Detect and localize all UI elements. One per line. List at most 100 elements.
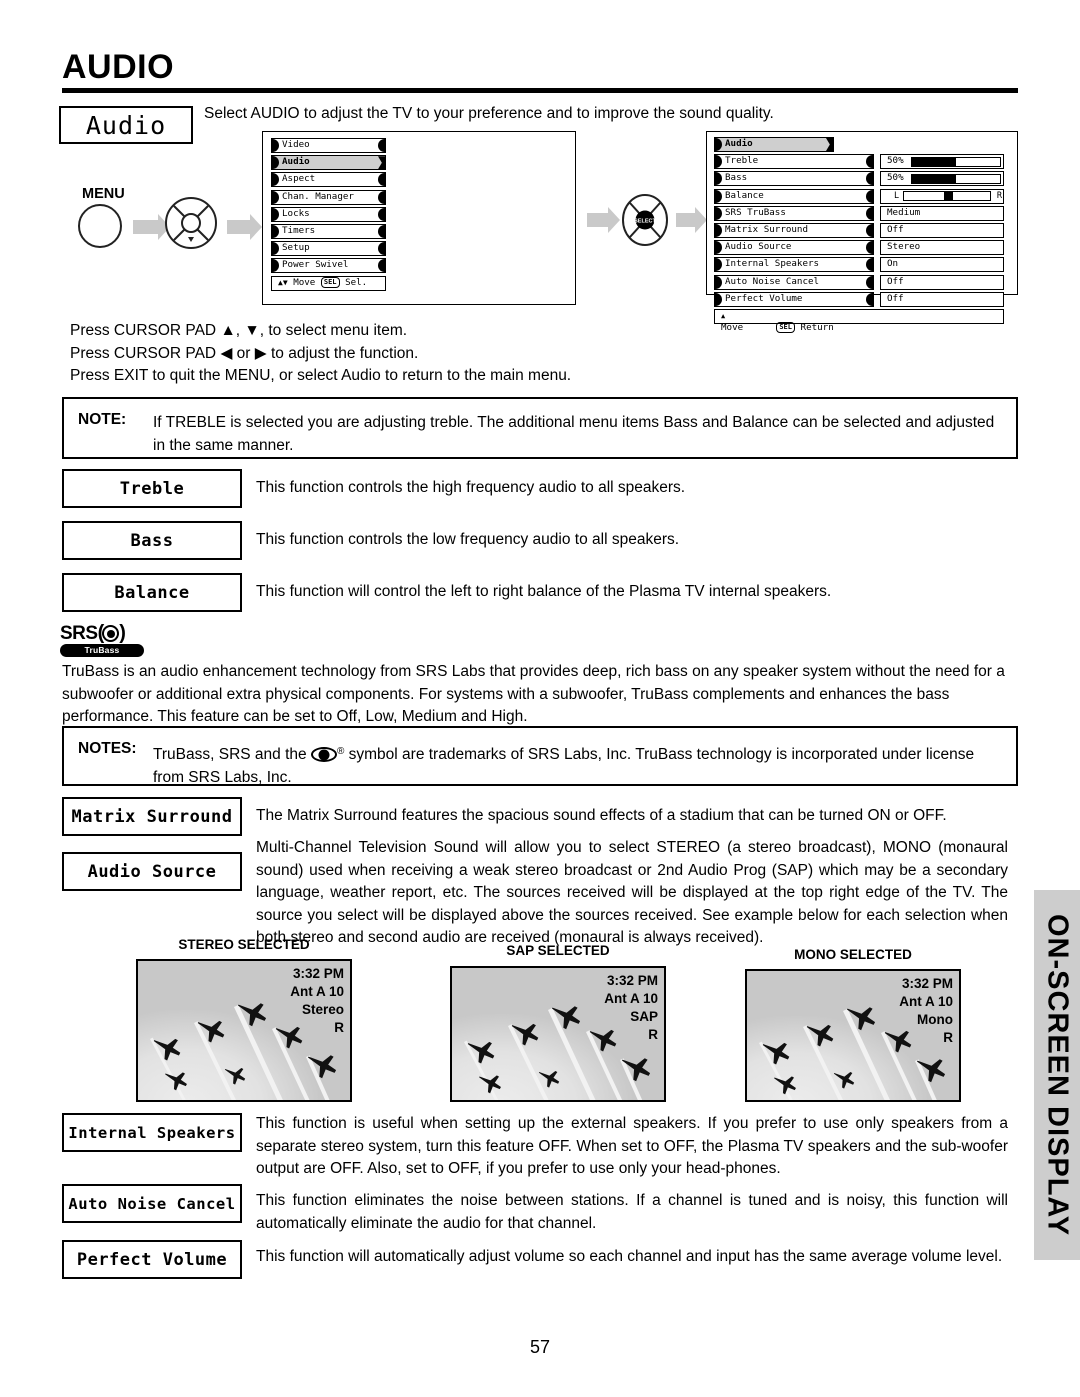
function-desc-balance: This function will control the left to r… [256,583,832,600]
example-title-mono: MONO SELECTED [794,947,912,962]
bullet-right-icon [866,206,873,220]
function-desc-matrix-surround: The Matrix Surround features the spaciou… [256,807,947,824]
notes-body: TruBass, SRS and the ® symbol are tradem… [153,740,1002,786]
chevron-right-icon [826,138,833,151]
jet-icon [843,1003,879,1036]
audio-row-perfect-volume[interactable]: Perfect Volume [714,291,874,307]
audio-row-auto-noise-cancel[interactable]: Auto Noise Cancel [714,274,874,290]
flow-arrow-1 [133,214,170,240]
menu-item-label: Aspect [282,173,316,185]
flow-arrow-2 [227,214,262,240]
jet-icon [150,1035,184,1066]
instruction-line-3: Press EXIT to quit the MENU, or select A… [70,367,572,384]
audio-value-internal-speakers[interactable]: On [880,257,1004,273]
cursor-pad-icon-1[interactable] [164,196,218,250]
treble-slider[interactable] [911,156,1001,167]
audio-row-srs-trubass[interactable]: SRS TruBass [714,205,874,221]
cursor-pad-icon-2[interactable]: SELECT [618,193,672,247]
bullet-right-icon [866,172,873,186]
audio-row-label: Balance [725,189,764,201]
menu-item-power-swivel[interactable]: Power Swivel [271,258,386,274]
bass-slider[interactable] [911,173,1001,184]
menu-item-audio[interactable]: Audio [271,155,386,171]
audio-label-box: Audio [59,106,193,144]
example-screen-sap: 3:32 PM Ant A 10 SAP R [450,966,666,1102]
example-screen-mono: 3:32 PM Ant A 10 Mono R [745,969,961,1102]
audio-menu-header[interactable]: Audio [714,137,834,152]
audio-row-audio-source[interactable]: Audio Source [714,240,874,256]
audio-row-matrix-surround[interactable]: Matrix Surround [714,222,874,238]
audio-row-bass[interactable]: Bass [714,171,874,187]
audio-value-matrix-surround[interactable]: Off [880,222,1004,238]
menu-item-timers[interactable]: Timers [271,223,386,239]
bullet-left-icon [715,138,722,151]
sel-key-icon: SEL [320,276,340,288]
osd-channel: Ant A 10 [604,991,658,1006]
menu-item-label: Locks [282,207,310,219]
function-box-auto-noise-cancel: Auto Noise Cancel [62,1184,242,1223]
flow-arrow-4 [676,207,707,233]
jet-icon [476,1072,504,1099]
menu-item-setup[interactable]: Setup [271,241,386,257]
srs-symbol-icon [310,747,337,762]
bullet-left-icon [272,259,279,273]
jet-icon [194,1017,228,1048]
function-desc-audio-source: Multi-Channel Television Sound will allo… [256,839,1008,946]
audio-value-bass[interactable]: 50% [880,171,1004,187]
updown-arrow-icon: ▲ [721,311,726,320]
osd-channel: Ant A 10 [290,984,344,999]
title-divider [62,88,1018,93]
instruction-text: Press CURSOR PAD [70,322,221,339]
audio-row-balance[interactable]: Balance [714,188,874,204]
bullet-right-icon [866,241,873,255]
audio-row-treble[interactable]: Treble [714,154,874,170]
bullet-left-icon [715,292,722,306]
bullet-right-icon [378,207,385,221]
balance-slider-knob [943,192,953,201]
bullet-left-icon [715,241,722,255]
updown-arrow-icon: ▲▼ [278,277,288,287]
jet-icon [831,1069,857,1094]
menu-button-icon[interactable] [78,204,122,248]
svg-text:SELECT: SELECT [634,219,656,225]
audio-value-treble[interactable]: 50% [880,154,1004,170]
chevron-right-icon [378,156,385,170]
bullet-left-icon [715,189,722,203]
bullet-left-icon [272,224,279,238]
audio-row-label: Internal Speakers [725,258,820,270]
bullet-right-icon [866,258,873,272]
menu-item-locks[interactable]: Locks [271,206,386,222]
example-title-stereo: STEREO SELECTED [178,937,310,952]
bullet-right-icon [378,224,385,238]
bullet-right-icon [866,275,873,289]
osd-mode: SAP [630,1009,658,1024]
function-box-balance: Balance [62,573,242,612]
osd-audio: R [943,1030,953,1045]
bullet-left-icon [272,156,279,170]
audio-value-perfect-volume[interactable]: Off [880,291,1004,307]
section-tab-on-screen-display: ON-SCREEN DISPLAY [1034,890,1080,1260]
jet-icon [234,999,270,1032]
audio-value-srs-trubass[interactable]: Medium [880,205,1004,221]
jet-icon [508,1020,542,1051]
bullet-left-icon [272,207,279,221]
balance-slider[interactable] [903,191,991,202]
audio-value-audio-source[interactable]: Stereo [880,240,1004,256]
audio-value-balance[interactable]: L R [880,188,1004,204]
example-title-sap: SAP SELECTED [506,943,610,958]
bullet-right-icon [866,223,873,237]
audio-value-auto-noise-cancel[interactable]: Off [880,274,1004,290]
srs-circle-icon: ) [119,622,126,644]
menu-item-video[interactable]: Video [271,138,386,153]
function-box-bass: Bass [62,521,242,560]
osd-time: 3:32 PM [606,973,658,988]
audio-row-internal-speakers[interactable]: Internal Speakers [714,257,874,273]
audio-menu-panel: Audio Treble Bass Balance SRS TruBass Ma… [706,131,1018,334]
menu-item-aspect[interactable]: Aspect [271,172,386,188]
osd-mode: Mono [917,1012,953,1027]
menu-item-chan-manager[interactable]: Chan. Manager [271,189,386,205]
notes-label: NOTES: [78,740,137,757]
bullet-right-icon [378,259,385,273]
function-desc-perfect-volume: This function will automatically adjust … [256,1248,1003,1265]
osd-mode: Stereo [301,1002,344,1017]
